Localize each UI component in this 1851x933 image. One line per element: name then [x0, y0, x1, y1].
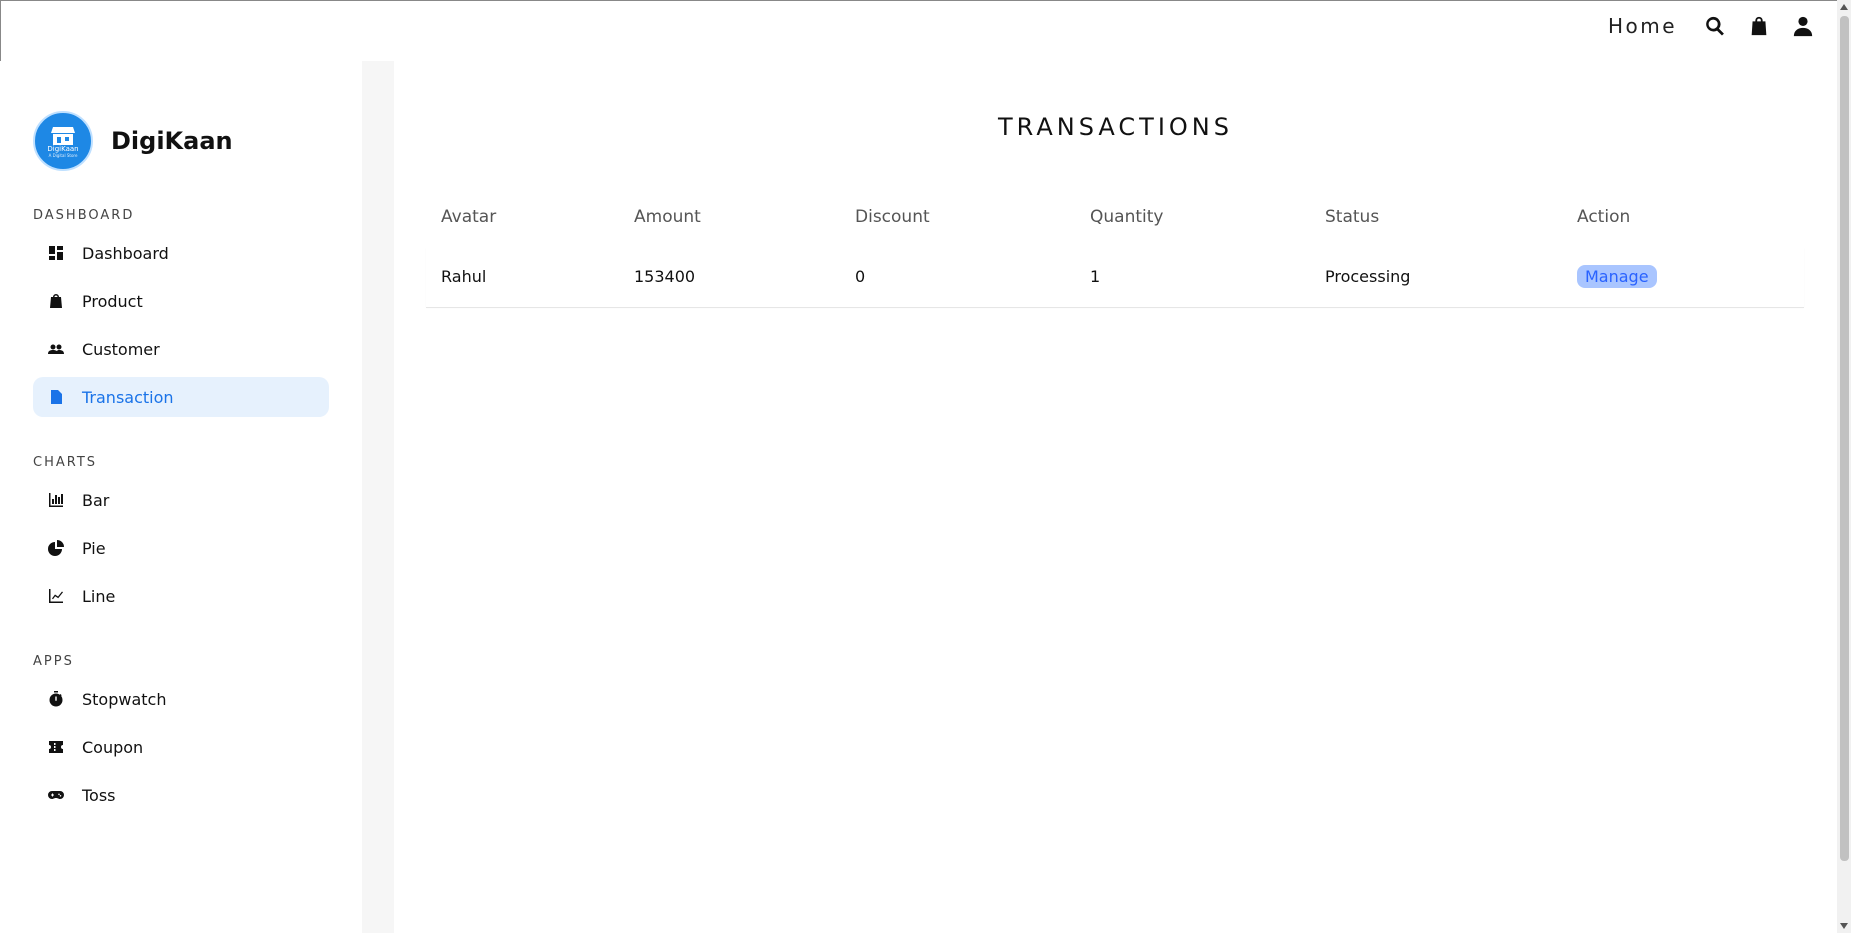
sidebar-item-line[interactable]: Line	[33, 576, 329, 616]
scroll-down-arrow-icon[interactable]	[1840, 923, 1848, 929]
brand[interactable]: DigiKaan A Digital Store DigiKaan	[33, 111, 330, 171]
line-chart-icon	[49, 589, 63, 603]
brand-logo-subtitle: A Digital Store	[48, 152, 78, 158]
sidebar-item-product[interactable]: Product	[33, 281, 329, 321]
cell-amount: 153400	[619, 247, 840, 308]
main-content: TRANSACTIONS Avatar Amount Discount Quan…	[394, 61, 1837, 933]
sidebar-divider	[362, 61, 394, 933]
cell-discount: 0	[840, 247, 1075, 308]
sidebar-item-stopwatch[interactable]: Stopwatch	[33, 679, 329, 719]
sidebar-item-customer[interactable]: Customer	[33, 329, 329, 369]
table-header-row: Avatar Amount Discount Quantity Status A…	[426, 187, 1804, 247]
column-header-status[interactable]: Status	[1310, 187, 1562, 247]
sidebar-item-label: Customer	[82, 339, 160, 359]
sidebar-item-label: Pie	[82, 538, 106, 558]
page-title: TRANSACTIONS	[998, 113, 1233, 141]
scroll-up-arrow-icon[interactable]	[1840, 4, 1848, 10]
sidebar-item-label: Dashboard	[82, 243, 169, 263]
shopping-bag-icon	[50, 294, 62, 308]
sidebar-item-toss[interactable]: Toss	[33, 775, 329, 815]
vertical-scrollbar[interactable]	[1837, 0, 1851, 933]
home-link[interactable]: Home	[1608, 14, 1677, 38]
sidebar-item-label: Bar	[82, 490, 110, 510]
column-header-discount[interactable]: Discount	[840, 187, 1075, 247]
sidebar: DigiKaan A Digital Store DigiKaan DASHBO…	[0, 61, 362, 933]
transactions-table: Avatar Amount Discount Quantity Status A…	[426, 187, 1804, 308]
coupon-icon	[49, 741, 63, 753]
shopping-bag-icon[interactable]	[1747, 14, 1771, 38]
gamepad-icon	[48, 791, 64, 799]
section-title-apps: APPS	[33, 654, 74, 669]
brand-logo-text: DigiKaan	[47, 144, 79, 153]
sidebar-item-dashboard[interactable]: Dashboard	[33, 233, 329, 273]
sidebar-item-pie[interactable]: Pie	[33, 528, 329, 568]
user-icon[interactable]	[1791, 14, 1815, 38]
cell-status: Processing	[1310, 247, 1562, 308]
stopwatch-icon	[49, 691, 63, 707]
cell-action: Manage	[1562, 247, 1804, 308]
pie-chart-icon	[48, 540, 64, 556]
cell-avatar: Rahul	[426, 247, 619, 308]
bar-chart-icon	[49, 493, 63, 507]
dashboard-icon	[49, 246, 63, 260]
search-icon[interactable]	[1703, 14, 1727, 38]
brand-name: DigiKaan	[111, 127, 233, 155]
sidebar-item-transaction[interactable]: Transaction	[33, 377, 329, 417]
column-header-avatar[interactable]: Avatar	[426, 187, 619, 247]
column-header-action[interactable]: Action	[1562, 187, 1804, 247]
receipt-icon	[51, 390, 62, 404]
sidebar-item-coupon[interactable]: Coupon	[33, 727, 329, 767]
store-icon	[51, 126, 75, 145]
column-header-quantity[interactable]: Quantity	[1075, 187, 1310, 247]
manage-button[interactable]: Manage	[1577, 265, 1657, 289]
people-icon	[48, 344, 64, 354]
scrollbar-thumb[interactable]	[1840, 16, 1849, 861]
brand-logo: DigiKaan A Digital Store	[33, 111, 93, 171]
table-row: Rahul 153400 0 1 Processing Manage	[426, 247, 1804, 308]
sidebar-item-label: Transaction	[82, 387, 174, 407]
sidebar-item-label: Stopwatch	[82, 689, 167, 709]
sidebar-item-label: Toss	[82, 785, 116, 805]
section-title-charts: CHARTS	[33, 455, 98, 470]
section-title-dashboard: DASHBOARD	[33, 208, 135, 223]
sidebar-item-label: Line	[82, 586, 116, 606]
top-nav: Home	[1608, 14, 1815, 38]
sidebar-item-bar[interactable]: Bar	[33, 480, 329, 520]
sidebar-item-label: Coupon	[82, 737, 144, 757]
cell-quantity: 1	[1075, 247, 1310, 308]
sidebar-item-label: Product	[82, 291, 143, 311]
column-header-amount[interactable]: Amount	[619, 187, 840, 247]
